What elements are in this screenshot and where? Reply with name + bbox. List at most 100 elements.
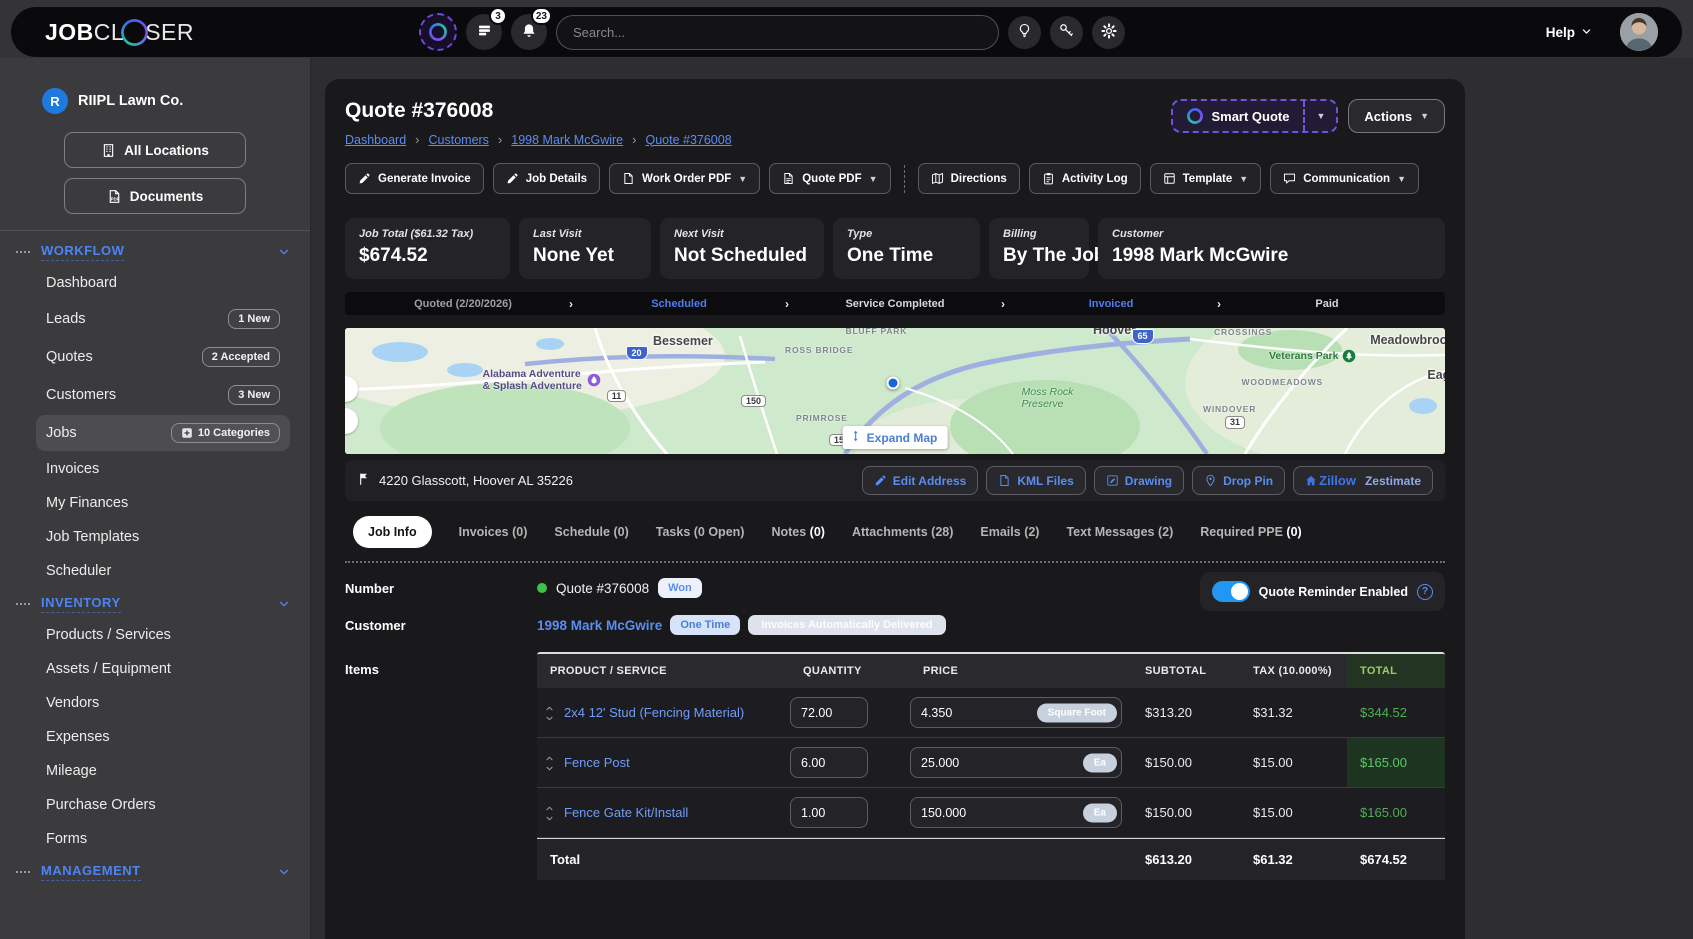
move-down-button[interactable] <box>545 714 554 722</box>
pipeline-stage-invoiced[interactable]: Invoiced <box>1005 298 1217 310</box>
sidebar-item-forms[interactable]: Forms <box>36 823 290 855</box>
quantity-input[interactable] <box>790 797 868 828</box>
sidebar-item-customers[interactable]: Customers3 New <box>36 377 290 413</box>
tab-text-messages[interactable]: Text Messages (2) <box>1066 525 1173 539</box>
settings-button[interactable] <box>1092 16 1125 49</box>
move-up-button[interactable] <box>545 754 554 762</box>
sidebar-item-label: Invoices <box>46 461 99 477</box>
smart-quote-button[interactable]: Smart Quote <box>1173 101 1303 131</box>
sidebar-section-workflow[interactable]: WORKFLOW <box>16 243 290 261</box>
quantity-input[interactable] <box>790 697 868 728</box>
tab-label: Required PPE <box>1200 525 1283 539</box>
work-order-pdf-button[interactable]: Work Order PDF▼ <box>609 163 760 194</box>
sidebar-item-label: Customers <box>46 387 116 403</box>
sidebar-item-label: Assets / Equipment <box>46 661 171 677</box>
tab-notes[interactable]: Notes (0) <box>771 525 825 539</box>
help-circle-icon[interactable]: ? <box>1417 584 1433 600</box>
zillow-zestimate-button[interactable]: ZillowZestimate <box>1293 466 1433 495</box>
tab-job-info[interactable]: Job Info <box>353 516 432 548</box>
generate-invoice-button[interactable]: Generate Invoice <box>345 163 484 194</box>
queue-button[interactable]: 3 <box>466 14 502 50</box>
tab-tasks[interactable]: Tasks (0 Open) <box>656 525 745 539</box>
pipeline-stage-quoted-2-20-2026[interactable]: Quoted (2/20/2026) <box>357 298 569 310</box>
tips-button[interactable] <box>1008 16 1041 49</box>
pipeline-stage-service-completed[interactable]: Service Completed <box>789 298 1001 310</box>
breadcrumb-link-dashboard[interactable]: Dashboard <box>345 133 406 147</box>
sidebar-item-badge: 2 Accepted <box>202 347 280 367</box>
avatar[interactable] <box>1620 13 1658 51</box>
pipeline-stage-paid[interactable]: Paid <box>1221 298 1433 310</box>
tab-count: (2) <box>1024 525 1039 539</box>
help-menu[interactable]: Help <box>1546 25 1592 40</box>
assistant-ring-icon <box>429 23 447 41</box>
customer-row: Customer 1998 Mark McGwire One TimeInvoi… <box>345 615 1445 635</box>
sidebar-item-expenses[interactable]: Expenses <box>36 721 290 753</box>
tab-attachments[interactable]: Attachments (28) <box>852 525 953 539</box>
notifications-button[interactable]: 23 <box>511 14 547 50</box>
sidebar-item-assets-equipment[interactable]: Assets / Equipment <box>36 653 290 685</box>
map-icon <box>931 172 944 185</box>
communication-button[interactable]: Communication▼ <box>1270 163 1419 194</box>
sidebar-item-dashboard[interactable]: Dashboard <box>36 267 290 299</box>
tab-invoices[interactable]: Invoices (0) <box>459 525 528 539</box>
template-button[interactable]: Template▼ <box>1150 163 1262 194</box>
tab-required-ppe[interactable]: Required PPE (0) <box>1200 525 1301 539</box>
sidebar-item-vendors[interactable]: Vendors <box>36 687 290 719</box>
sidebar-item-jobs[interactable]: Jobs10 Categories <box>36 415 290 451</box>
sidebar-item-mileage[interactable]: Mileage <box>36 755 290 787</box>
sidebar-item-quotes[interactable]: Quotes2 Accepted <box>36 339 290 375</box>
sidebar-section-management[interactable]: MANAGEMENT <box>16 863 290 881</box>
edit-address-button[interactable]: Edit Address <box>862 466 979 495</box>
sidebar-item-products-services[interactable]: Products / Services <box>36 619 290 651</box>
tab-emails[interactable]: Emails (2) <box>980 525 1039 539</box>
address: 4220 Glasscott, Hoover AL 35226 <box>357 472 573 489</box>
map[interactable]: BessemerHooverMeadowbrookEagleBLUFF PARK… <box>345 328 1445 454</box>
move-up-button[interactable] <box>545 804 554 812</box>
tab-schedule[interactable]: Schedule (0) <box>554 525 628 539</box>
quote-pdf-button[interactable]: Quote PDF▼ <box>769 163 890 194</box>
sidebar-item-purchase-orders[interactable]: Purchase Orders <box>36 789 290 821</box>
move-down-button[interactable] <box>545 814 554 822</box>
all-locations-button[interactable]: All Locations <box>64 132 246 168</box>
move-down-button[interactable] <box>545 764 554 772</box>
quote-reminder-toggle[interactable] <box>1212 581 1250 602</box>
sidebar-item-job-templates[interactable]: Job Templates <box>36 521 290 553</box>
sidebar-item-invoices[interactable]: Invoices <box>36 453 290 485</box>
pipeline-stage-scheduled[interactable]: Scheduled <box>573 298 785 310</box>
access-button[interactable] <box>1050 16 1083 49</box>
smart-quote-caret-button[interactable]: ▼ <box>1303 101 1336 131</box>
product-link[interactable]: 2x4 12' Stud (Fencing Material) <box>564 705 744 720</box>
job-details-button[interactable]: Job Details <box>493 163 600 194</box>
sidebar-item-scheduler[interactable]: Scheduler <box>36 555 290 587</box>
assistant-button[interactable] <box>419 13 457 51</box>
drop-pin-button[interactable]: Drop Pin <box>1192 466 1285 495</box>
sidebar-section-inventory[interactable]: INVENTORY <box>16 595 290 613</box>
tree-icon <box>1342 349 1356 363</box>
map-label-alabama-adventure-splash-adventure: Alabama Adventure & Splash Adventure <box>483 368 601 392</box>
map-pin-marker[interactable] <box>886 377 899 390</box>
sidebar-item-leads[interactable]: Leads1 New <box>36 301 290 337</box>
stat-card-value: $674.52 <box>359 245 496 267</box>
product-link[interactable]: Fence Post <box>564 755 630 770</box>
toolbar-button-label: Quote PDF <box>802 173 861 185</box>
map-label-woodmeadows: WOODMEADOWS <box>1242 378 1324 388</box>
breadcrumb-link-1998-mark-mcgwire[interactable]: 1998 Mark McGwire <box>511 133 623 147</box>
expand-map-button[interactable]: Expand Map <box>843 426 948 449</box>
customer-link[interactable]: 1998 Mark McGwire <box>537 618 662 633</box>
app-logo[interactable]: JOBCLSER <box>45 19 194 46</box>
documents-button[interactable]: PDFDocuments <box>64 178 246 214</box>
activity-log-button[interactable]: Activity Log <box>1029 163 1141 194</box>
kml-files-button[interactable]: KML Files <box>986 466 1085 495</box>
actions-button[interactable]: Actions ▼ <box>1348 99 1445 133</box>
quantity-input[interactable] <box>790 747 868 778</box>
breadcrumb-link-quote-376008[interactable]: Quote #376008 <box>645 133 731 147</box>
product-link[interactable]: Fence Gate Kit/Install <box>564 805 688 820</box>
breadcrumb-link-customers[interactable]: Customers <box>429 133 489 147</box>
drawing-button[interactable]: Drawing <box>1094 466 1184 495</box>
directions-button[interactable]: Directions <box>918 163 1020 194</box>
sidebar-item-my-finances[interactable]: My Finances <box>36 487 290 519</box>
company-header[interactable]: R RIIPL Lawn Co. <box>42 88 310 114</box>
map-label-ross-bridge: ROSS BRIDGE <box>785 346 853 356</box>
move-up-button[interactable] <box>545 704 554 712</box>
search-input[interactable] <box>556 15 999 50</box>
